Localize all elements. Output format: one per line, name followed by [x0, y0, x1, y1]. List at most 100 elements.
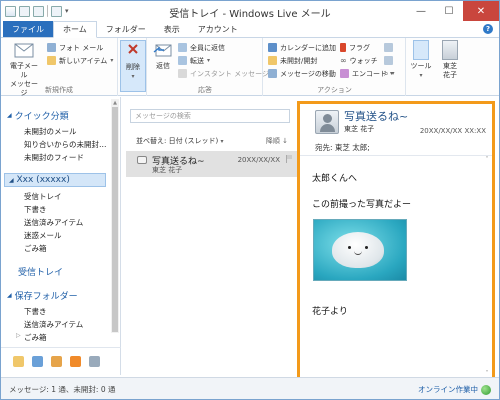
- feeds-module-icon[interactable]: [70, 356, 81, 367]
- watch-button[interactable]: ∞ ウォッチ: [340, 55, 378, 66]
- instant-message-button[interactable]: インスタント メッセージ: [178, 68, 269, 79]
- seal-eye: [365, 246, 368, 249]
- collapse-triangle-icon: ◢: [7, 292, 12, 299]
- seal-image: [332, 232, 384, 268]
- status-bar: メッセージ: 1 通、未開封: 0 通 オンライン作業中: [1, 377, 499, 399]
- user-label: 東芝 花子: [443, 62, 457, 79]
- delete-x-icon: [126, 41, 140, 61]
- forward-button[interactable]: 転送 ▾: [178, 55, 210, 66]
- message-row[interactable]: 写真送るね~ 東芝 花子 20XX/XX/XX: [126, 151, 298, 177]
- nav-trash[interactable]: ごみ箱: [24, 243, 47, 254]
- attached-photo[interactable]: [313, 219, 407, 281]
- sort-selector[interactable]: 並べ替え: 日付 (スレッド) ▾: [136, 136, 224, 146]
- nav-account[interactable]: ◢ Xxx (xxxxx): [4, 173, 106, 187]
- unread-read-button[interactable]: 未開封/開封: [268, 55, 317, 66]
- add-to-calendar-button[interactable]: カレンダーに追加: [268, 42, 336, 53]
- calendar-icon: [268, 43, 277, 52]
- seal-eye: [348, 246, 351, 249]
- tools-button[interactable]: ツール ▾: [409, 40, 433, 80]
- folder-pane: ◢ クイック分類 未開封のメール 知り合いからの未開封… 未開封のフィード ◢ …: [1, 97, 121, 347]
- close-button[interactable]: ✕: [463, 1, 499, 21]
- reading-sender[interactable]: 東芝 花子: [344, 124, 374, 134]
- chevron-down-icon: ▾: [207, 57, 211, 64]
- tab-home[interactable]: ホーム: [53, 21, 97, 38]
- newsgroups-module-icon[interactable]: [89, 356, 100, 367]
- nav-storage-sent[interactable]: 送信済みアイテム: [24, 319, 83, 330]
- nav-junk[interactable]: 迷惑メール: [24, 230, 62, 241]
- body-signature: 花子より: [312, 307, 348, 317]
- folder-scrollbar[interactable]: ▲: [111, 99, 119, 333]
- group-label-respond: 応答: [198, 86, 212, 94]
- message-date: 20XX/XX/XX: [237, 156, 280, 164]
- reply-button[interactable]: 返信: [151, 40, 175, 71]
- tab-view[interactable]: 表示: [155, 21, 189, 37]
- storage-folders-header[interactable]: ◢ 保存フォルダー: [7, 289, 78, 302]
- reply-icon: [152, 40, 174, 60]
- nav-inbox[interactable]: 受信トレイ: [24, 191, 62, 202]
- quick-views-header[interactable]: ◢ クイック分類: [7, 109, 69, 122]
- photo-email-icon: [47, 43, 56, 52]
- tab-file[interactable]: ファイル: [3, 21, 53, 37]
- calendar-module-icon[interactable]: [32, 356, 43, 367]
- new-item-icon: [47, 56, 56, 65]
- nav-sent[interactable]: 送信済みアイテム: [24, 217, 83, 228]
- reading-scrollbar[interactable]: ˄ ˅: [483, 156, 492, 378]
- tab-folder[interactable]: フォルダー: [97, 21, 155, 37]
- reading-date: 20XX/XX/XX XX:XX: [419, 127, 486, 135]
- window-controls: — ☐ ✕: [407, 1, 499, 21]
- nav-drafts[interactable]: 下書き: [24, 204, 47, 215]
- ribbon-group-tools: ツール ▾: [407, 38, 434, 96]
- scroll-up-icon[interactable]: ˄: [483, 156, 491, 164]
- storage-folders-label: 保存フォルダー: [14, 292, 78, 302]
- flag-icon: [340, 43, 346, 52]
- new-item-label: 新しいアイテム: [59, 56, 108, 65]
- delete-button[interactable]: 削除 ▾: [120, 40, 146, 92]
- contacts-module-icon[interactable]: [51, 356, 62, 367]
- minimize-button[interactable]: —: [407, 1, 435, 21]
- status-message-count: メッセージ: 1 通、未開封: 0 通: [9, 385, 116, 394]
- photo-email-button[interactable]: フォト メール: [47, 42, 103, 53]
- photo-email-label: フォト メール: [59, 43, 104, 52]
- nav-unread-from-contacts[interactable]: 知り合いからの未開封…: [24, 139, 107, 150]
- sender-avatar-icon: [315, 110, 339, 134]
- nav-unread-feeds[interactable]: 未開封のフィード: [24, 152, 84, 163]
- copy-button[interactable]: [384, 42, 393, 53]
- maximize-button[interactable]: ☐: [435, 1, 463, 21]
- user-avatar-icon: [442, 40, 458, 60]
- online-status[interactable]: オンライン作業中: [418, 384, 491, 395]
- nav-unread-mail[interactable]: 未開封のメール: [24, 126, 77, 137]
- chevron-down-icon: ▾: [391, 70, 395, 77]
- quick-views-label: クイック分類: [14, 112, 69, 122]
- mail-module-icon[interactable]: [13, 356, 24, 367]
- chevron-down-icon: ▾: [131, 73, 135, 80]
- nav-inbox-link[interactable]: 受信トレイ: [18, 265, 63, 278]
- flag-button[interactable]: フラグ: [340, 42, 370, 53]
- open-button[interactable]: [384, 55, 393, 66]
- chevron-down-icon: ▾: [220, 138, 224, 145]
- unread-read-label: 未開封/開封: [280, 56, 318, 65]
- move-message-button[interactable]: メッセージの移動: [268, 68, 336, 79]
- watch-label: ウォッチ: [349, 56, 378, 65]
- help-icon[interactable]: ?: [483, 24, 493, 34]
- flag-icon[interactable]: [286, 155, 293, 163]
- new-item-button[interactable]: 新しいアイテム ▾: [47, 55, 113, 66]
- scroll-thumb[interactable]: [112, 107, 118, 332]
- user-button[interactable]: 東芝 花子: [437, 40, 463, 80]
- nav-storage-drafts[interactable]: 下書き: [24, 306, 47, 317]
- find-button[interactable]: ⌕ ▾: [384, 68, 395, 79]
- reply-all-button[interactable]: 全員に返信: [178, 42, 225, 53]
- group-label-actions: アクション: [317, 86, 352, 94]
- nav-storage-trash[interactable]: ▷ ごみ箱: [16, 332, 47, 343]
- body-greeting: 太郎くんへ: [312, 174, 358, 184]
- forward-icon: [178, 56, 187, 65]
- tab-account[interactable]: アカウント: [189, 21, 247, 37]
- search-input[interactable]: メッセージの検索: [130, 109, 290, 123]
- inbox-link-label: 受信トレイ: [18, 268, 64, 278]
- reply-all-icon: [178, 43, 187, 52]
- online-indicator-icon: [481, 384, 491, 395]
- scroll-up-icon[interactable]: ▲: [111, 99, 119, 107]
- move-icon: [268, 69, 277, 78]
- sort-order-toggle[interactable]: 降順 ↓: [266, 136, 288, 146]
- account-label: Xxx (xxxxx): [16, 175, 70, 185]
- chevron-down-icon: ▾: [419, 72, 423, 79]
